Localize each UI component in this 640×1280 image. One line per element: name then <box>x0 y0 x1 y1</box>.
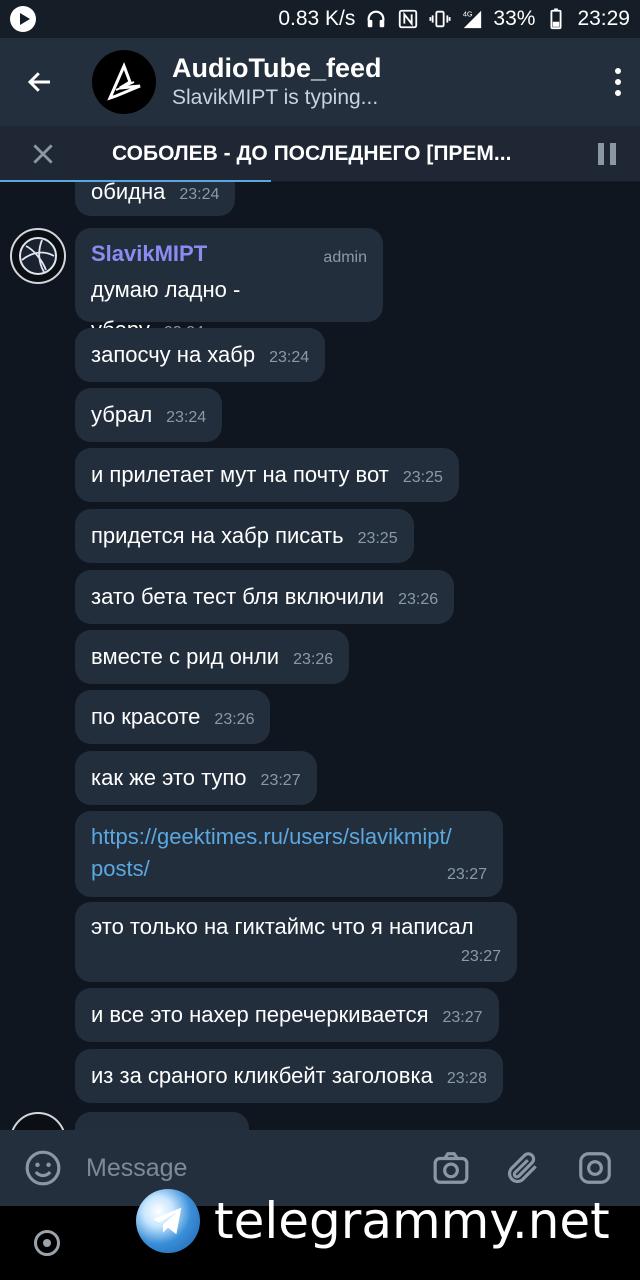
message-bubble[interactable]: придется на хабр писать 23:25 <box>75 509 414 563</box>
star-logo-icon <box>107 62 141 101</box>
track-title: СОБОЛЕВ - ДО ПОСЛЕДНЕГО [ПРЕМ... <box>112 141 512 165</box>
message-bubble[interactable]: и все это нахер перечеркивается 23:27 <box>75 988 499 1042</box>
message-bubble[interactable]: и прилетает мут на почту вот 23:25 <box>75 448 459 502</box>
sender-name[interactable]: SlavikMIPT <box>91 241 207 266</box>
svg-text:4G: 4G <box>463 9 473 18</box>
message-bubble[interactable]: зато бета тест бля включили 23:26 <box>75 570 455 624</box>
link-message-bubble[interactable]: https://geektimes.ru/users/slavikmipt/ p… <box>75 811 503 897</box>
message-bubble-with-sender[interactable]: SlavikMIPT admin думаю ладно - уберу23:2… <box>75 228 383 342</box>
clock: 23:29 <box>577 7 630 30</box>
message-list[interactable]: обидна 23:24 SlavikMIPT admin думаю ладно… <box>0 182 640 1130</box>
message-link[interactable]: https://geektimes.ru/users/slavikmipt/ <box>91 821 487 853</box>
nfc-icon <box>399 9 418 29</box>
emoji-button[interactable] <box>0 1149 86 1187</box>
message-input[interactable]: Message <box>86 1154 426 1183</box>
network-speed: 0.83 K/s <box>278 7 356 30</box>
sender-avatar[interactable] <box>10 1112 66 1130</box>
paperclip-icon <box>507 1152 537 1184</box>
signal-4g-icon: 4G <box>463 9 482 29</box>
message-bubble[interactable]: по красоте 23:26 <box>75 690 271 744</box>
channel-avatar[interactable] <box>92 50 156 114</box>
message-bubble[interactable]: как же это тупо 23:27 <box>75 751 317 805</box>
message-bubble[interactable]: запосчу на хабр 23:24 <box>75 328 326 382</box>
chat-title-block[interactable]: AudioTube_feed SlavikMIPT is typing... <box>172 52 596 112</box>
watermark: telegrammy.net <box>136 1186 610 1256</box>
watermark-text: telegrammy.net <box>214 1192 610 1250</box>
message-bubble[interactable]: обидна 23:24 <box>75 182 236 216</box>
media-play-icon <box>10 6 36 32</box>
back-button[interactable] <box>0 38 80 126</box>
admin-badge: admin <box>323 249 367 266</box>
chat-title: AudioTube_feed <box>172 53 382 83</box>
chat-header: AudioTube_feed SlavikMIPT is typing... <box>0 38 640 126</box>
arrow-left-icon <box>27 72 50 92</box>
status-bar: 0.83 K/s 4G 33% 23:29 <box>0 0 640 38</box>
camera-icon <box>433 1152 469 1184</box>
vibrate-icon <box>429 10 451 28</box>
message-bubble[interactable]: из за сраного кликбейт заголовка 23:28 <box>75 1049 503 1103</box>
instagram-icon <box>579 1152 611 1184</box>
audio-player-bar[interactable]: СОБОЛЕВ - ДО ПОСЛЕДНЕГО [ПРЕМ... <box>0 126 640 183</box>
message-bubble[interactable]: вместе с рид онли 23:26 <box>75 630 350 684</box>
message-bubble[interactable] <box>75 1112 249 1130</box>
sender-avatar[interactable] <box>10 228 66 284</box>
message-link-cont[interactable]: posts/ <box>91 856 150 881</box>
message-bubble[interactable]: убрал 23:24 <box>75 388 223 442</box>
battery-icon <box>550 8 562 30</box>
more-menu-button[interactable] <box>596 38 640 126</box>
close-player-button[interactable] <box>0 141 86 167</box>
smiley-icon <box>25 1150 61 1186</box>
typing-status: SlavikMIPT is typing... <box>172 86 379 109</box>
nav-assist-button[interactable] <box>34 1230 60 1256</box>
battery-percent: 33% <box>493 7 536 30</box>
globe-avatar-icon <box>19 237 57 275</box>
telegram-logo-icon <box>136 1189 200 1253</box>
headphones-icon <box>367 10 385 28</box>
close-icon <box>33 143 53 164</box>
message-bubble[interactable]: это только на гиктаймс что я написал 23:… <box>75 902 517 982</box>
pause-button[interactable] <box>574 142 640 165</box>
